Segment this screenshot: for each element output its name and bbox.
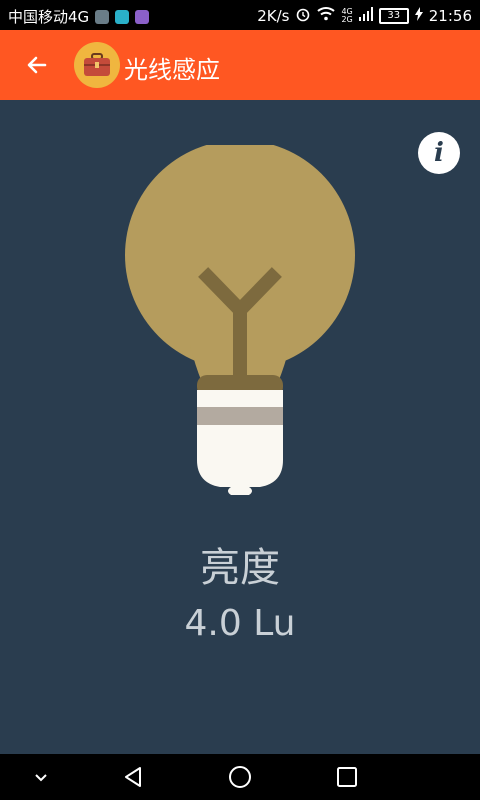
status-bar: 中国移动4G 2K/s 4G 2G 33 21:56	[0, 0, 480, 30]
chevron-down-icon	[35, 774, 47, 782]
app-icon-2	[115, 9, 130, 24]
sensor-value: 4.0 Lu	[184, 603, 296, 644]
nav-home-button[interactable]	[225, 762, 255, 792]
nav-recent-button[interactable]	[332, 762, 362, 792]
home-circle-icon	[229, 766, 251, 788]
app-icon-3	[135, 9, 150, 24]
info-icon: i	[434, 138, 444, 168]
app-icon-1	[95, 9, 110, 24]
signal-icon	[358, 7, 373, 25]
status-right: 2K/s 4G 2G 33 21:56	[257, 6, 472, 26]
signal-labels: 4G 2G	[341, 7, 353, 24]
battery-icon: 33	[378, 8, 409, 24]
clock-time: 21:56	[428, 7, 472, 25]
back-triangle-icon	[125, 767, 141, 787]
bulb-base-stripe	[197, 407, 283, 425]
recent-square-icon	[337, 767, 357, 787]
back-button[interactable]	[22, 50, 52, 80]
sensor-panel: i 亮度 4.0 Lu	[0, 100, 480, 754]
arrow-left-icon	[27, 56, 47, 74]
toolbox-icon	[74, 42, 120, 88]
navigation-bar	[0, 754, 480, 800]
light-bulb-icon	[125, 145, 355, 495]
carrier-label: 中国移动4G	[8, 8, 90, 26]
charging-icon	[414, 7, 423, 25]
wifi-icon	[317, 6, 336, 26]
status-left: 中国移动4G	[8, 6, 150, 27]
bulb-base	[197, 390, 283, 487]
network-speed: 2K/s	[257, 7, 290, 25]
app-bar: 光线感应	[0, 30, 480, 100]
sensor-name: 亮度	[200, 545, 280, 591]
nav-collapse-button[interactable]	[26, 762, 56, 792]
nav-back-button[interactable]	[118, 762, 148, 792]
alarm-icon	[295, 6, 311, 26]
info-button[interactable]: i	[418, 132, 460, 174]
page-title: 光线感应	[124, 56, 220, 84]
